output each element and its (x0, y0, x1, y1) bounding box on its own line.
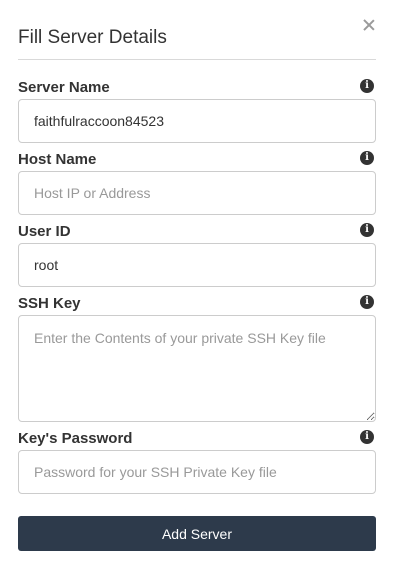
add-server-button[interactable]: Add Server (18, 516, 376, 551)
fill-server-details-modal: Fill Server Details Server Name i Host N… (0, 0, 394, 569)
server-name-label: Server Name (18, 79, 110, 96)
close-icon[interactable] (362, 18, 376, 32)
host-name-label: Host Name (18, 151, 97, 168)
key-password-label: Key's Password (18, 430, 133, 447)
host-name-input[interactable] (18, 171, 376, 215)
info-icon[interactable]: i (360, 430, 374, 444)
info-icon[interactable]: i (360, 223, 374, 237)
modal-title: Fill Server Details (18, 27, 167, 48)
key-password-input[interactable] (18, 450, 376, 494)
server-name-input[interactable] (18, 99, 376, 143)
user-id-label: User ID (18, 223, 71, 240)
ssh-key-label: SSH Key (18, 295, 81, 312)
info-icon[interactable]: i (360, 295, 374, 309)
info-icon[interactable]: i (360, 79, 374, 93)
ssh-key-textarea[interactable] (18, 315, 376, 422)
info-icon[interactable]: i (360, 151, 374, 165)
user-id-input[interactable] (18, 243, 376, 287)
modal-header: Fill Server Details (18, 0, 376, 60)
